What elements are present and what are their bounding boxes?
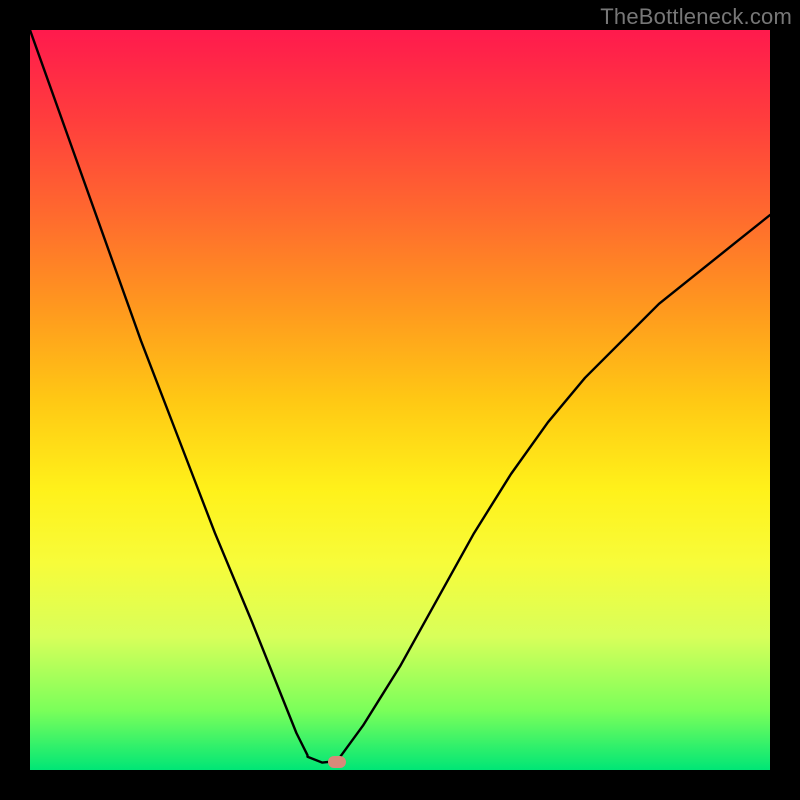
curve-path — [30, 30, 770, 763]
chart-frame: TheBottleneck.com — [0, 0, 800, 800]
minimum-marker — [328, 756, 346, 768]
watermark-text: TheBottleneck.com — [600, 4, 792, 30]
bottleneck-curve — [30, 30, 770, 770]
plot-area — [30, 30, 770, 770]
